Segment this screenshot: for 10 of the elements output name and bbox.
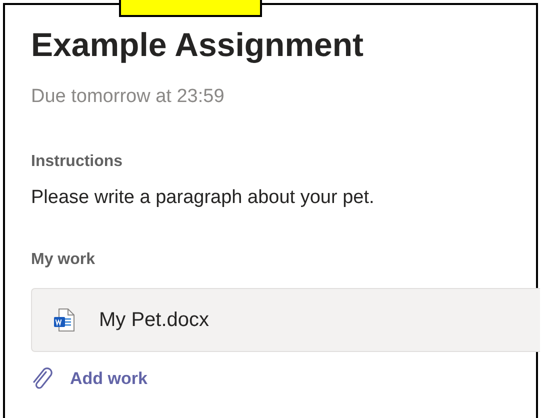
file-name: My Pet.docx (99, 308, 210, 333)
add-work-button[interactable]: Add work (31, 366, 148, 392)
instructions-label: Instructions (31, 152, 124, 172)
word-document-icon (53, 308, 75, 332)
instructions-text: Please write a paragraph about your pet. (31, 186, 376, 210)
assignment-title: Example Assignment (31, 25, 365, 65)
paperclip-icon (31, 366, 53, 392)
due-date: Due tomorrow at 23:59 (31, 85, 226, 109)
my-work-label: My work (31, 250, 96, 270)
file-card[interactable]: My Pet.docx (31, 288, 540, 352)
